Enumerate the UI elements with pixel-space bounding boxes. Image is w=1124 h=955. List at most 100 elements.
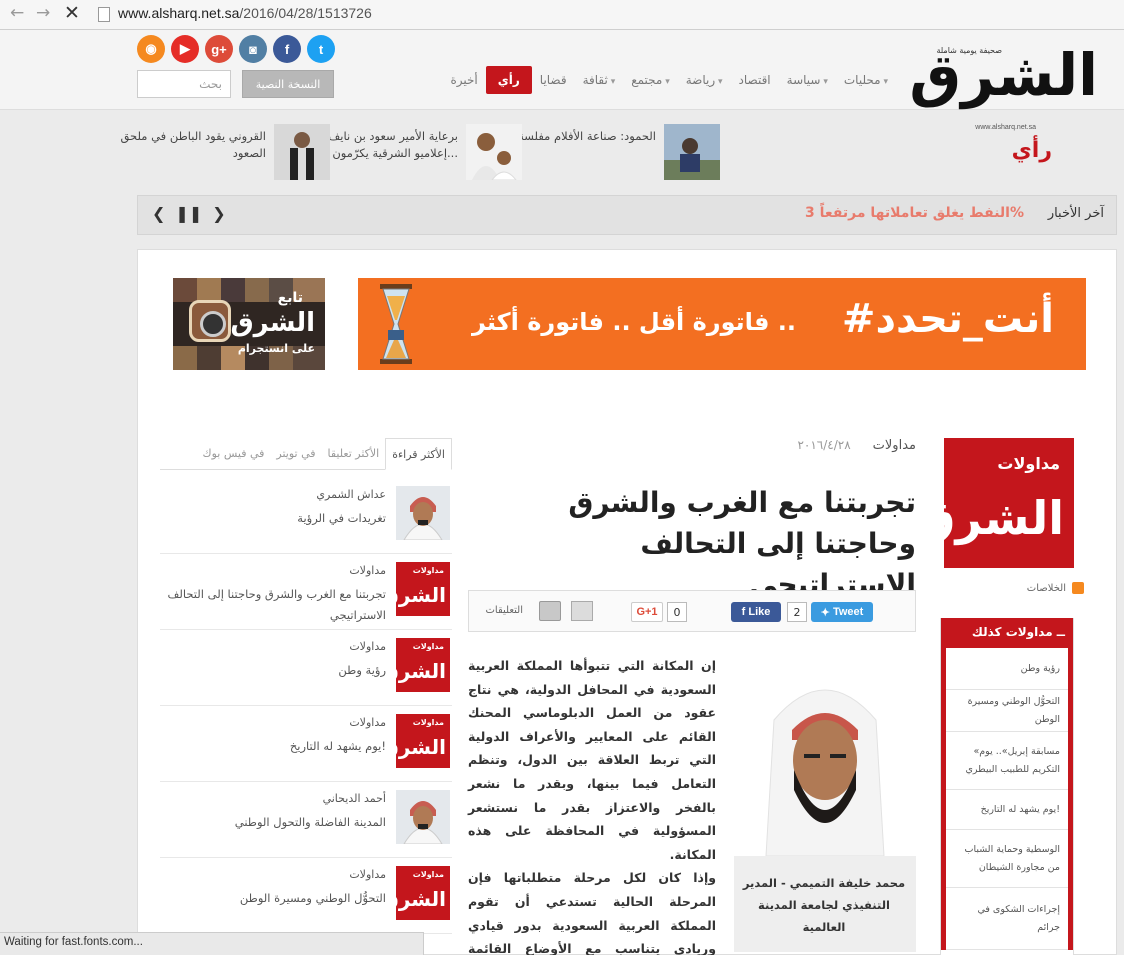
ticker-headline[interactable]: النفط يغلق تعاملاتها مرتفعاً 3% [805, 205, 1024, 221]
opinion-title[interactable]: الحمود: صناعة الأفلام مفلسة [506, 128, 656, 145]
back-arrow-icon[interactable]: ← [10, 3, 24, 23]
article-body: إن المكانة التي تتبوأها المملكة العربية … [468, 654, 716, 955]
googleplus-icon[interactable]: g+ [205, 35, 233, 63]
opinion-item[interactable]: برعاية الأمير سعود بن نايف .. إعلاميو ال… [312, 124, 522, 180]
nav-item[interactable]: سياسة [779, 73, 836, 87]
tweet-label: Tweet [832, 606, 864, 618]
stop-loading-icon[interactable]: ✕ [64, 2, 80, 24]
feed-thumbnail[interactable]: مداولات الشرق [396, 562, 450, 616]
feed-item-category[interactable]: مداولات [349, 868, 386, 881]
nav-item[interactable]: ثقافة [575, 73, 624, 87]
facebook-like-label: Like [748, 606, 771, 618]
author-name[interactable]: محمد خليفة التميمي - المدير التنفيذي لجا… [742, 872, 906, 938]
feed-item[interactable]: مداولات الشرق مداولات يوم يشهد له التاريخ! [160, 706, 452, 782]
tweet-button[interactable]: ✦ Tweet [811, 602, 873, 622]
email-icon[interactable] [571, 601, 593, 621]
related-list-item[interactable]: الوسطية وحماية الشباب من مجاورة الشيطان [946, 830, 1068, 888]
related-list-item[interactable]: رؤية وطن [946, 648, 1068, 690]
nav-item[interactable]: محليات [836, 73, 896, 87]
feed-item[interactable]: مداولات الشرق مداولات التحوُّل الوطني ومسير… [160, 858, 452, 934]
opinion-thumbnail[interactable] [466, 124, 522, 180]
rss-label: الخلاصات [1026, 582, 1066, 594]
nav-item[interactable]: اقتصاد [731, 73, 779, 87]
sidebar-tab[interactable]: في تويتر [270, 438, 321, 469]
googleplus-button[interactable]: G+1 [631, 602, 663, 622]
feed-thumbnail-logo: الشرق [396, 659, 447, 683]
feed-item[interactable]: مداولات الشرق مداولات تجربتنا مع الغرب والش… [160, 554, 452, 630]
opinion-title[interactable]: القروني يقود الباطن في ملحق الصعود [116, 128, 266, 162]
opinion-title[interactable]: برعاية الأمير سعود بن نايف .. إعلاميو ال… [308, 128, 458, 162]
feed-item-title[interactable]: المدينة الفاضلة والتحول الوطني [166, 812, 386, 833]
opinion-item[interactable]: الحمود: صناعة الأفلام مفلسة [510, 124, 720, 180]
print-icon[interactable] [539, 601, 561, 621]
facebook-like-button[interactable]: f Like [731, 602, 781, 622]
address-bar[interactable]: www.alsharq.net.sa/2016/04/28/1513726 [118, 5, 372, 21]
feed-item[interactable]: مداولات الشرق مداولات رؤية وطن [160, 630, 452, 706]
feed-item-category[interactable]: مداولات [349, 564, 386, 577]
sidebar-tab[interactable]: الأكثر تعليقا [322, 438, 386, 469]
search-input[interactable]: بحث [137, 70, 231, 98]
related-list-title: ــ مداولات كذلك [941, 618, 1073, 648]
feed-thumbnail[interactable]: مداولات الشرق [396, 866, 450, 920]
opinion-thumbnail[interactable] [664, 124, 720, 180]
feed-item-category[interactable]: مداولات [349, 716, 386, 729]
feed-item-title[interactable]: يوم يشهد له التاريخ! [166, 736, 386, 757]
print-edition-button[interactable]: النسخة النصية [242, 70, 334, 98]
pause-icon[interactable]: ❚❚ [175, 204, 202, 223]
category-badge[interactable]: مداولات الشرق [914, 438, 1074, 568]
feed-item[interactable]: أحمد الديحاني المدينة الفاضلة والتحول الو… [160, 782, 452, 858]
feed-thumbnail-logo: الشرق [396, 735, 447, 759]
banner-ad[interactable]: #أنت_تحدد فاتورة أقل .. فاتورة أكثر .. [358, 278, 1086, 370]
nav-item[interactable]: أخيرة [442, 73, 485, 87]
nav-item[interactable]: قضايا [532, 73, 575, 87]
instagram-ad[interactable]: تابع الشرق على انستجرام [173, 278, 325, 370]
site-logo[interactable]: صحيفة يومية شاملة الشرق www.alsharq.net.… [902, 42, 1100, 132]
chevron-left-icon[interactable]: ❮ [152, 204, 165, 223]
comments-link[interactable]: التعليقات [485, 605, 523, 616]
instagram-icon[interactable]: ◙ [239, 35, 267, 63]
feed-item[interactable]: عداش الشمري تغريدات في الرؤية [160, 478, 452, 554]
feed-item-category[interactable]: أحمد الديحاني [323, 792, 386, 805]
related-list-item[interactable]: «مسابقة إبريل».. يوم التكريم للطبيب البي… [946, 732, 1068, 790]
feed-thumbnail[interactable] [396, 486, 450, 540]
nav-item[interactable]: رأي [485, 66, 532, 94]
twitter-icon[interactable]: t [307, 35, 335, 63]
feed-thumbnail[interactable]: مداولات الشرق [396, 714, 450, 768]
feed-thumbnail-logo: الشرق [396, 887, 447, 911]
sidebar-tab[interactable]: الأكثر قراءة [385, 438, 452, 470]
sidebar-tabs: الأكثر قراءة الأكثر تعليقا في تويتر في فيس … [160, 438, 452, 470]
page-icon [98, 7, 110, 22]
feed-thumbnail[interactable] [396, 790, 450, 844]
twitter-icon: ✦ [820, 606, 833, 619]
youtube-icon[interactable]: ▶ [171, 35, 199, 63]
nav-item[interactable]: رياضة [678, 73, 731, 87]
sidebar-tab[interactable]: في فيس بوك [197, 438, 271, 469]
feed-item-title[interactable]: التحوُّل الوطني ومسيرة الوطن [166, 888, 386, 909]
url-path: /2016/04/28/1513726 [239, 5, 372, 21]
article-category[interactable]: مداولات [873, 438, 916, 458]
related-list-item[interactable]: إجراءات الشكوى في جرائم [946, 888, 1068, 950]
feed-thumbnail[interactable]: مداولات الشرق [396, 638, 450, 692]
feed-item-category[interactable]: مداولات [349, 640, 386, 653]
nav-item[interactable]: مجتمع [623, 73, 678, 87]
facebook-icon[interactable]: f [273, 35, 301, 63]
feed-item-title[interactable]: رؤية وطن [166, 660, 386, 681]
googleplus-count: 0 [667, 602, 687, 622]
rss-link[interactable]: الخلاصات [1027, 582, 1084, 594]
opinion-thumbnail[interactable] [274, 124, 330, 180]
hourglass-icon [380, 284, 412, 364]
chevron-right-icon[interactable]: ❯ [212, 204, 225, 223]
forward-arrow-icon[interactable]: → [36, 3, 50, 23]
feed-item-title[interactable]: تغريدات في الرؤية [166, 508, 386, 529]
related-list-item[interactable]: يوم يشهد له التاريخ! [946, 790, 1068, 830]
rss-icon[interactable]: ◉ [137, 35, 165, 63]
logo-url: www.alsharq.net.sa [975, 124, 1036, 131]
instagram-ad-line1: تابع [277, 290, 303, 306]
instagram-ad-line2: الشرق [230, 308, 316, 338]
feed-item-category[interactable]: عداش الشمري [316, 488, 386, 501]
instagram-ad-line3: على انستجرام [237, 342, 315, 355]
opinion-item[interactable]: القروني يقود الباطن في ملحق الصعود [120, 124, 330, 180]
ticker-label: آخر الأخبار [1047, 206, 1104, 221]
related-list-item[interactable]: التحوُّل الوطني ومسيرة الوطن [946, 690, 1068, 732]
feed-item-title[interactable]: تجربتنا مع الغرب والشرق وحاجتنا إلى التح… [166, 584, 386, 626]
